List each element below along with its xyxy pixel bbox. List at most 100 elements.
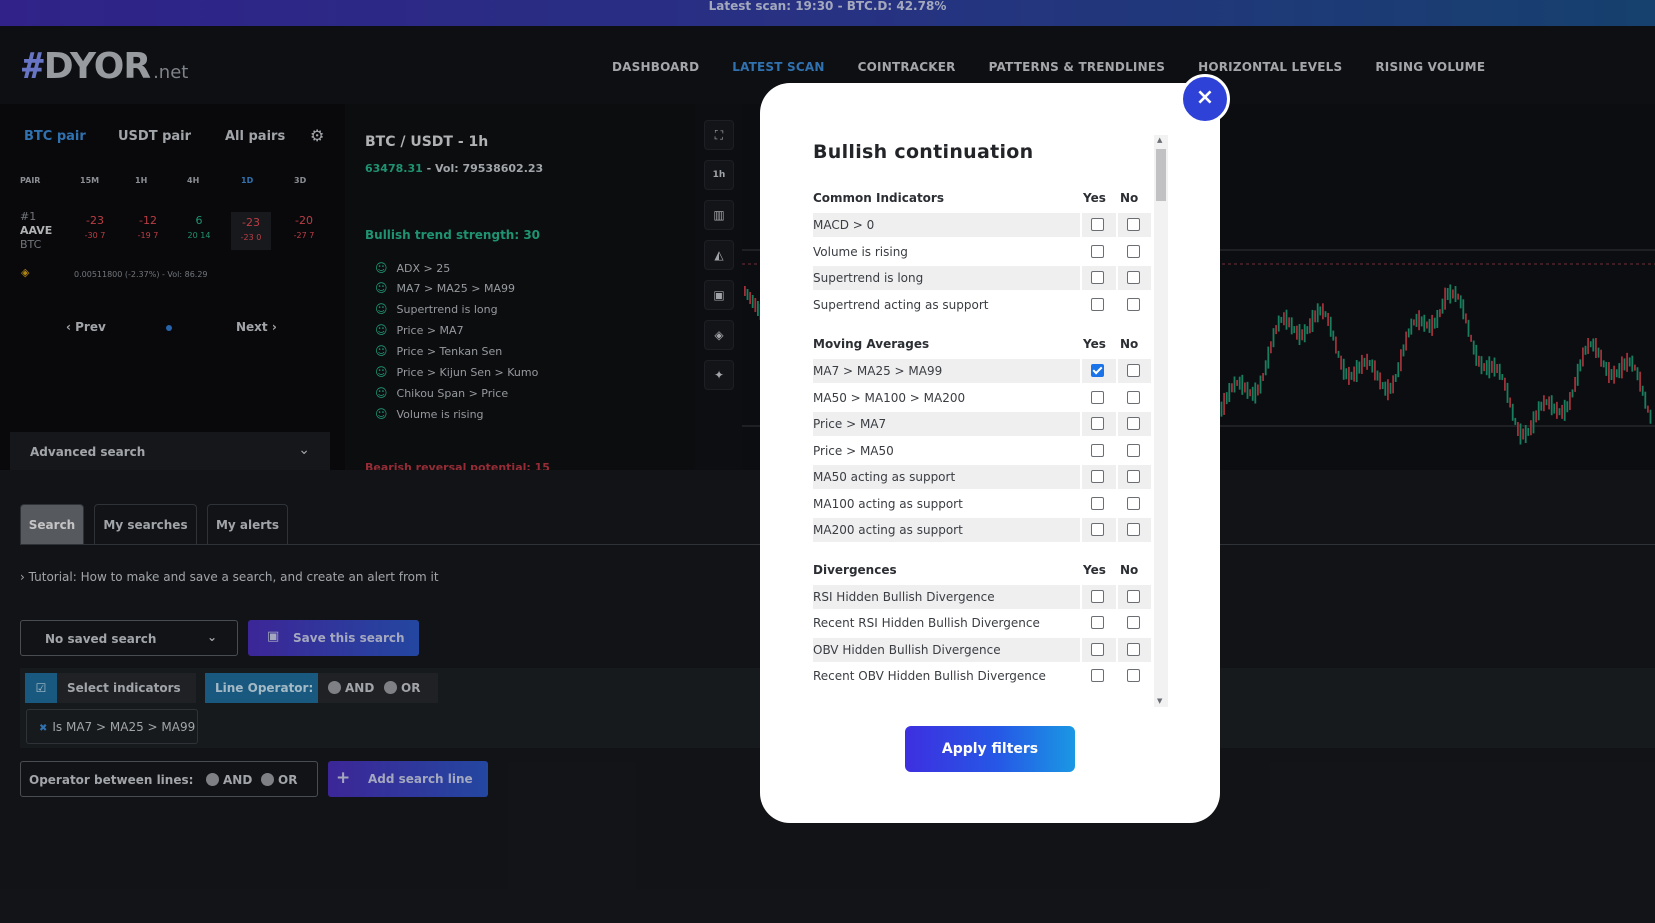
modal-scrollbar[interactable]: ▲ ▼ [1154, 135, 1168, 707]
filter-label: Recent RSI Hidden Bullish Divergence [813, 616, 1040, 630]
no-cell [1116, 292, 1151, 317]
no-cell [1116, 359, 1151, 383]
filter-modal: Bullish continuation Common Indicators Ye… [760, 83, 1220, 823]
no-column-header: No [1120, 191, 1139, 205]
yes-checkbox[interactable] [1091, 443, 1104, 457]
no-checkbox[interactable] [1127, 496, 1140, 510]
no-cell [1116, 213, 1151, 237]
no-checkbox[interactable] [1127, 218, 1140, 231]
no-checkbox[interactable] [1127, 443, 1140, 457]
no-cell [1116, 239, 1151, 264]
section-name: Common Indicators [813, 191, 944, 205]
yes-checkbox[interactable] [1091, 470, 1104, 483]
filter-row: MA100 acting as support [813, 491, 1151, 516]
yes-checkbox[interactable] [1091, 669, 1104, 682]
filter-section-header: Moving Averages Yes No [813, 337, 1158, 351]
yes-cell [1080, 465, 1114, 489]
filter-row: Recent OBV Hidden Bullish Divergence [813, 664, 1151, 688]
scroll-down-icon[interactable]: ▼ [1157, 697, 1162, 705]
no-checkbox[interactable] [1127, 297, 1140, 311]
filter-label: MACD > 0 [813, 218, 875, 232]
scroll-thumb[interactable] [1156, 149, 1166, 201]
filter-label: Price > MA7 [813, 417, 887, 431]
yes-cell [1080, 412, 1114, 436]
no-checkbox[interactable] [1127, 271, 1140, 284]
scroll-up-icon[interactable]: ▲ [1157, 136, 1162, 144]
filter-label: MA200 acting as support [813, 523, 963, 537]
no-cell [1116, 385, 1151, 410]
no-cell [1116, 438, 1151, 463]
yes-cell [1080, 359, 1114, 383]
yes-cell [1080, 385, 1114, 410]
filter-label: Recent OBV Hidden Bullish Divergence [813, 669, 1046, 683]
filter-label: MA7 > MA25 > MA99 [813, 364, 943, 378]
yes-cell [1080, 637, 1114, 662]
yes-checkbox[interactable] [1091, 523, 1104, 536]
filter-row: Supertrend is long [813, 266, 1151, 290]
filter-label: Supertrend acting as support [813, 297, 989, 312]
filter-row: MA50 acting as support [813, 465, 1151, 489]
filter-row: Volume is rising [813, 239, 1151, 264]
no-cell [1116, 664, 1151, 688]
no-checkbox[interactable] [1127, 390, 1140, 404]
no-checkbox[interactable] [1127, 244, 1140, 258]
filter-label: MA50 acting as support [813, 470, 956, 484]
section-name: Moving Averages [813, 337, 930, 351]
no-checkbox[interactable] [1127, 364, 1140, 377]
no-cell [1116, 465, 1151, 489]
yes-checkbox[interactable] [1091, 390, 1104, 404]
filter-section-header: Common Indicators Yes No [813, 191, 1158, 205]
no-checkbox[interactable] [1127, 589, 1140, 603]
no-cell [1116, 266, 1151, 290]
no-checkbox[interactable] [1127, 616, 1140, 629]
no-checkbox[interactable] [1127, 669, 1140, 682]
yes-checkbox[interactable] [1091, 589, 1104, 603]
yes-cell [1080, 438, 1114, 463]
yes-column-header: Yes [1083, 562, 1106, 577]
yes-cell [1080, 611, 1114, 635]
filter-row: RSI Hidden Bullish Divergence [813, 584, 1151, 609]
apply-filters-button[interactable]: Apply filters [905, 726, 1075, 772]
filter-label: Price > MA50 [813, 443, 894, 458]
filter-label: MA100 acting as support [813, 496, 963, 511]
filter-label: Volume is rising [813, 244, 908, 259]
no-checkbox[interactable] [1127, 642, 1140, 656]
no-cell [1116, 611, 1151, 635]
section-name: Divergences [813, 562, 897, 577]
yes-checkbox[interactable] [1091, 271, 1104, 284]
filter-row: Supertrend acting as support [813, 292, 1151, 317]
yes-checkbox[interactable] [1091, 297, 1104, 311]
close-icon[interactable]: × [1180, 74, 1230, 124]
no-checkbox[interactable] [1127, 417, 1140, 430]
filter-label: Supertrend is long [813, 271, 924, 285]
yes-checkbox[interactable] [1091, 496, 1104, 510]
yes-cell [1080, 213, 1114, 237]
yes-cell [1080, 518, 1114, 542]
yes-checkbox[interactable] [1091, 244, 1104, 258]
yes-cell [1080, 266, 1114, 290]
yes-checkbox[interactable] [1091, 417, 1104, 430]
yes-checkbox[interactable] [1091, 218, 1104, 231]
filter-row: Price > MA50 [813, 438, 1151, 463]
filter-row: MA7 > MA25 > MA99 [813, 359, 1151, 383]
no-checkbox[interactable] [1127, 523, 1140, 536]
filter-label: MA50 > MA100 > MA200 [813, 390, 966, 405]
no-cell [1116, 412, 1151, 436]
filter-label: OBV Hidden Bullish Divergence [813, 642, 1001, 657]
yes-cell [1080, 664, 1114, 688]
no-cell [1116, 518, 1151, 542]
filter-label: RSI Hidden Bullish Divergence [813, 589, 995, 604]
yes-checkbox[interactable] [1091, 642, 1104, 656]
filter-row: Recent RSI Hidden Bullish Divergence [813, 611, 1151, 635]
yes-checkbox[interactable] [1091, 616, 1104, 629]
yes-column-header: Yes [1083, 191, 1106, 205]
no-cell [1116, 584, 1151, 609]
yes-column-header: Yes [1083, 337, 1106, 351]
yes-cell [1080, 584, 1114, 609]
filter-row: MA200 acting as support [813, 518, 1151, 542]
no-checkbox[interactable] [1127, 470, 1140, 483]
yes-checkbox[interactable] [1091, 364, 1104, 377]
filter-row: MACD > 0 [813, 213, 1151, 237]
no-cell [1116, 491, 1151, 516]
filter-section-header: Divergences Yes No [813, 563, 1158, 577]
